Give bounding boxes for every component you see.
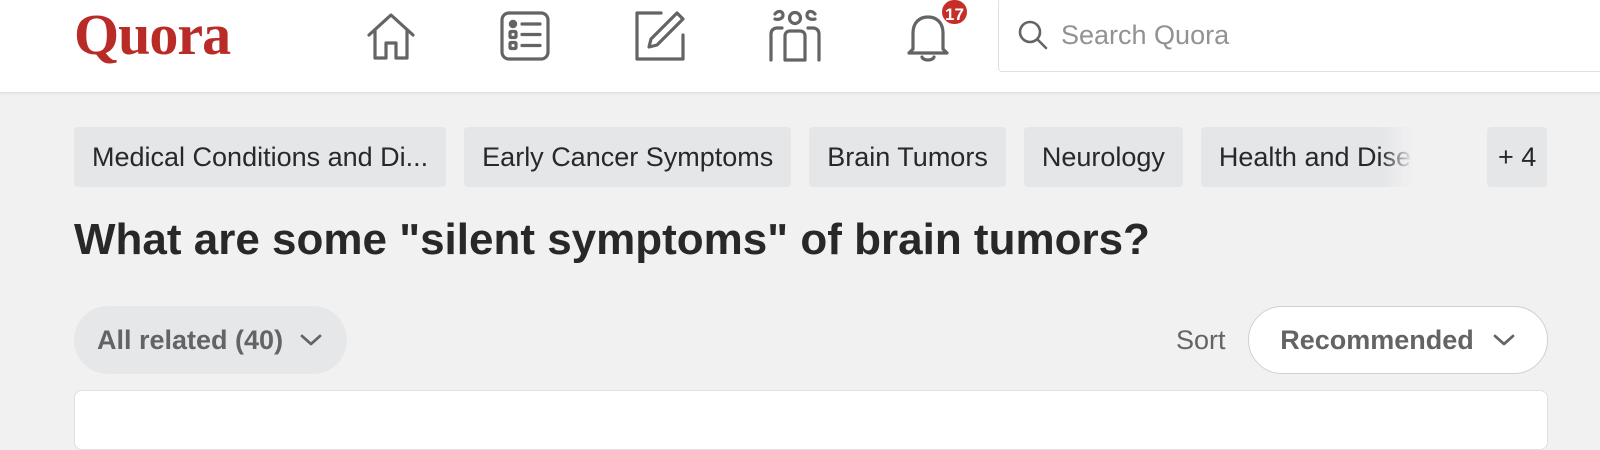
- home-icon: [367, 13, 415, 60]
- sort-value: Recommended: [1280, 324, 1474, 355]
- topic-chip-early-cancer-symptoms[interactable]: Early Cancer Symptoms: [464, 127, 792, 187]
- more-topics-button[interactable]: + 4: [1487, 127, 1548, 187]
- top-navigation-bar: Quora 17 Search Quora: [0, 0, 1600, 93]
- topic-chip-brain-tumors[interactable]: Brain Tumors: [809, 127, 1006, 187]
- following-button[interactable]: [495, 6, 555, 66]
- answer-card: [74, 390, 1548, 450]
- people-group-icon: [769, 9, 821, 62]
- related-filter-label: All related (40): [97, 324, 284, 355]
- search-input[interactable]: [1061, 19, 1581, 51]
- chevron-down-icon: [300, 334, 322, 346]
- search-icon: [1017, 19, 1049, 51]
- sort-label: Sort: [1176, 325, 1226, 355]
- notification-count-badge: 17: [940, 0, 969, 26]
- related-filter-dropdown[interactable]: All related (40): [74, 306, 348, 374]
- sort-dropdown[interactable]: Recommended: [1248, 306, 1548, 374]
- search-box[interactable]: [998, 0, 1600, 72]
- answer-button[interactable]: [630, 6, 690, 66]
- following-list-icon: [500, 11, 550, 61]
- topic-chip-health-and-diseases[interactable]: Health and Diseases: [1200, 127, 1413, 187]
- home-button[interactable]: [361, 6, 421, 66]
- topic-list: Medical Conditions and Di... Early Cance…: [74, 127, 1552, 187]
- quora-logo[interactable]: Quora: [74, 2, 231, 68]
- question-title: What are some "silent symptoms" of brain…: [74, 215, 1150, 264]
- topic-chip-neurology[interactable]: Neurology: [1023, 127, 1183, 187]
- spaces-button[interactable]: [765, 6, 825, 66]
- notifications-button[interactable]: 17: [898, 0, 969, 66]
- topic-chip-medical-conditions[interactable]: Medical Conditions and Di...: [74, 127, 447, 187]
- pencil-square-icon: [635, 11, 685, 61]
- chevron-down-icon: [1493, 334, 1515, 346]
